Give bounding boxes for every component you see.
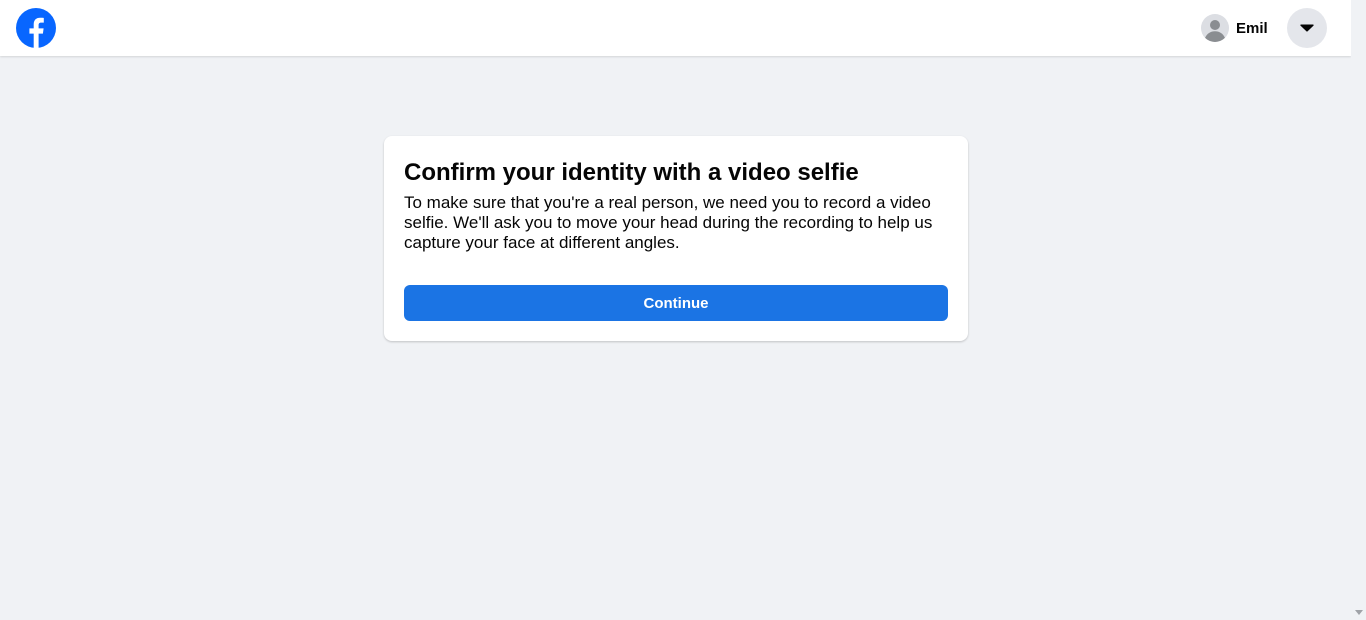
- profile-name: Emil: [1236, 19, 1268, 37]
- caret-down-icon: [1300, 24, 1314, 32]
- account-menu-button[interactable]: [1287, 8, 1327, 48]
- top-navigation-bar: Emil: [0, 0, 1351, 56]
- continue-button[interactable]: Continue: [404, 285, 948, 321]
- scroll-down-arrow-icon[interactable]: [1355, 610, 1363, 615]
- facebook-logo-icon[interactable]: [16, 8, 56, 48]
- dialog-description: To make sure that you're a real person, …: [404, 193, 933, 252]
- page-scrollbar[interactable]: [1351, 0, 1366, 620]
- default-avatar-icon: [1201, 14, 1229, 42]
- identity-confirmation-card: Confirm your identity with a video selfi…: [384, 136, 968, 341]
- profile-button[interactable]: Emil: [1197, 12, 1272, 44]
- dialog-title: Confirm your identity with a video selfi…: [404, 159, 859, 186]
